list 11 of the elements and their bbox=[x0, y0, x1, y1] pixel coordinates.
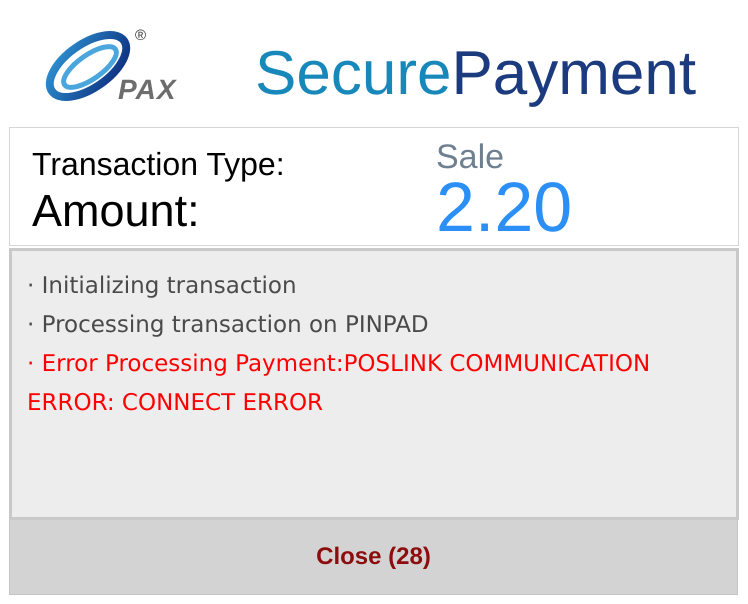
amount-value: 2.20 bbox=[436, 172, 572, 242]
log-entry: · Initializing transaction bbox=[27, 272, 298, 301]
registered-mark: ® bbox=[135, 28, 146, 43]
logo-wordmark: PAX bbox=[118, 76, 176, 104]
close-button[interactable]: Close (28) bbox=[9, 520, 738, 595]
log-entry: · Processing transaction on PINPAD bbox=[27, 311, 430, 340]
app-title: SecurePayment bbox=[255, 43, 696, 105]
amount-label: Amount: bbox=[32, 188, 200, 233]
error-message: · Error Processing Payment:POSLINK COMMUNICATION ERROR: CONNECT ERROR bbox=[27, 350, 652, 418]
transaction-type-value: Sale bbox=[436, 140, 504, 174]
transaction-type-label: Transaction Type: bbox=[32, 148, 285, 180]
